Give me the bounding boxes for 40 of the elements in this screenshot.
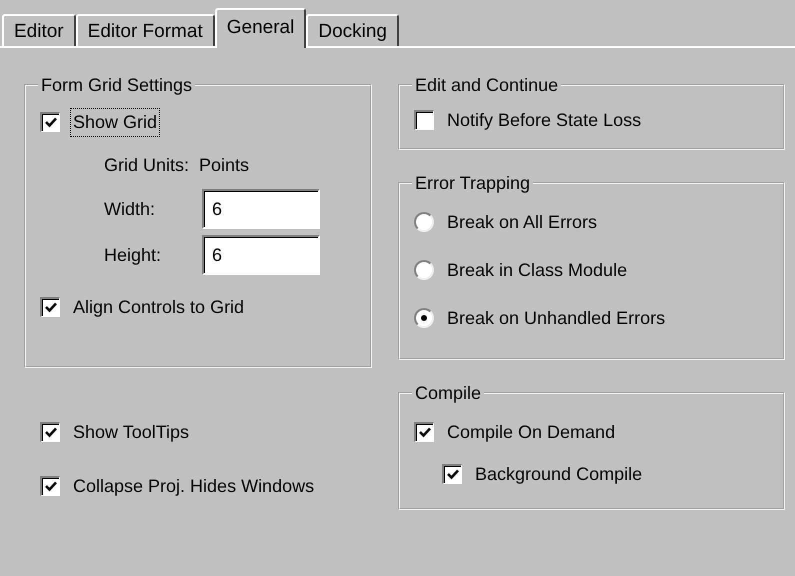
group-title: Error Trapping [414,174,532,192]
show-grid-label: Show Grid [70,108,160,136]
option-label: Show ToolTips [72,420,190,444]
option-checkbox[interactable] [40,476,60,496]
notify-label: Notify Before State Loss [446,108,642,132]
align-controls-label: Align Controls to Grid [72,296,246,319]
group-title: Edit and Continue [414,76,560,94]
units-value: Points [199,154,250,177]
width-field[interactable]: 6 [202,189,320,229]
group-title: Form Grid Settings [40,76,194,94]
align-controls-checkbox[interactable] [40,297,60,317]
option-checkbox[interactable] [40,422,60,442]
compile-option-checkbox[interactable] [414,422,434,442]
tab[interactable]: Editor [2,14,76,46]
check-icon [44,427,56,438]
group-title: Compile [414,384,482,402]
tab[interactable]: Editor Format [76,14,215,46]
width-label: Width: [104,198,156,220]
tab[interactable]: Docking [306,14,399,46]
notify-checkbox[interactable] [414,110,434,130]
units-label: Grid Units: [104,154,190,177]
radio-button[interactable] [414,260,434,280]
check-icon [44,117,56,128]
option-label: Break on Unhandled Errors [446,306,666,330]
check-icon [44,302,56,313]
show-grid-checkbox[interactable] [40,112,60,132]
compile-option-checkbox[interactable] [442,464,462,484]
check-icon [44,481,56,492]
radio-button[interactable] [414,308,434,328]
compile-option-label: Compile On Demand [446,420,616,444]
option-label: Collapse Proj. Hides Windows [72,474,316,498]
radio-button[interactable] [414,212,434,232]
option-label: Break on All Errors [446,210,598,234]
compile-option-label: Background Compile [474,462,644,486]
check-icon [446,469,458,480]
option-label: Break in Class Module [446,258,628,282]
check-icon [418,427,430,438]
height-field[interactable]: 6 [202,235,320,275]
tab[interactable]: General [214,8,306,48]
height-label: Height: [104,244,162,267]
